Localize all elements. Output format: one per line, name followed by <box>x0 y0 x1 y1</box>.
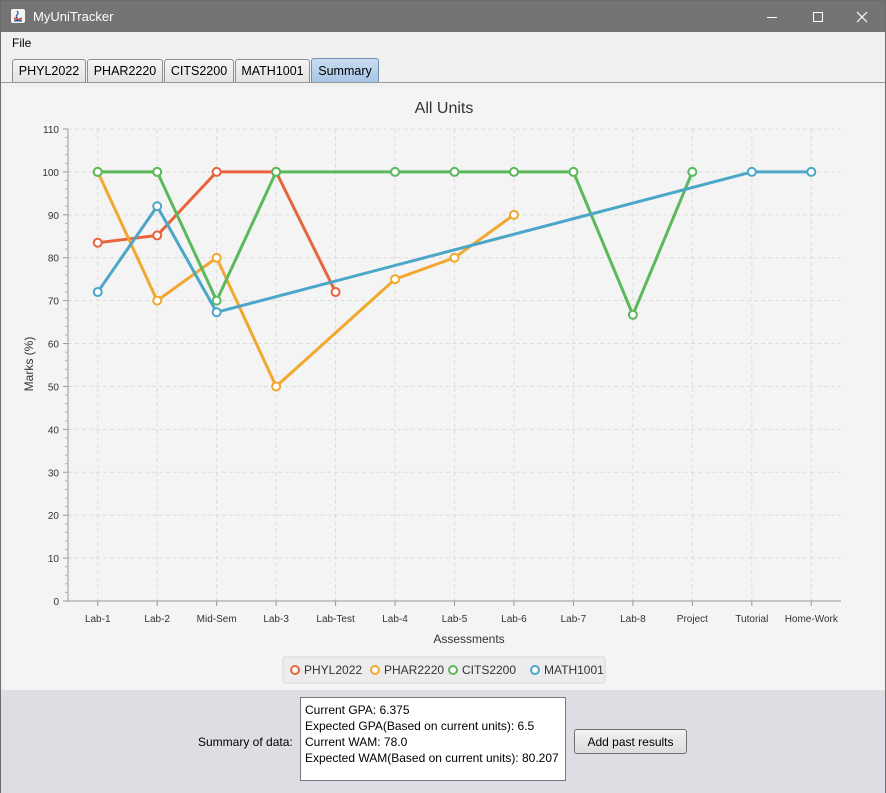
tab-summary[interactable]: Summary <box>311 58 379 82</box>
tab-math1001[interactable]: MATH1001 <box>235 59 310 82</box>
y-tick-label: 70 <box>48 297 60 308</box>
summary-line-expected-wam: Expected WAM(Based on current units): 80… <box>305 751 559 765</box>
legend-marker-cits2200 <box>448 665 458 675</box>
series-line-phyl2022 <box>97 170 337 293</box>
tab-phar2220[interactable]: PHAR2220 <box>87 59 163 82</box>
minimize-button[interactable] <box>749 1 795 32</box>
app-window: MyUniTracker File PHYL2022 PHAR2220 CITS… <box>0 0 886 793</box>
y-tick-label: 40 <box>48 425 60 436</box>
data-point-math1001 <box>211 307 222 318</box>
data-point-cits2200 <box>568 166 579 177</box>
y-tick-label: 20 <box>48 511 60 522</box>
data-point-math1001 <box>746 166 757 177</box>
line-chart: All Units 0 10 20 30 40 50 60 70 80 90 100 110 Lab-1… <box>22 100 841 684</box>
window-title: MyUniTracker <box>33 9 114 24</box>
data-point-cits2200 <box>271 166 282 177</box>
tab-phyl2022[interactable]: PHYL2022 <box>12 59 86 82</box>
close-button[interactable] <box>839 1 885 32</box>
x-tick-label: Lab-Test <box>316 614 355 625</box>
tab-bar: PHYL2022 PHAR2220 CITS2200 MATH1001 Summ… <box>1 54 885 83</box>
y-tick-label: 90 <box>48 211 60 222</box>
data-point-phar2220 <box>390 274 401 285</box>
x-tick-label: Lab-7 <box>561 614 587 625</box>
x-tick-label: Project <box>677 614 708 625</box>
x-tick-label: Home-Work <box>785 614 839 625</box>
x-tick-label: Lab-1 <box>85 614 111 625</box>
y-axis-label: Marks (%) <box>22 337 36 392</box>
data-point-cits2200 <box>390 166 401 177</box>
x-axis-label: Assessments <box>433 632 504 646</box>
data-point-cits2200 <box>687 166 698 177</box>
summary-line-gpa: Current GPA: 6.375 <box>305 703 410 717</box>
x-tick-label: Lab-2 <box>144 614 170 625</box>
x-tick-label: Mid-Sem <box>197 614 237 625</box>
summary-line-expected-gpa: Expected GPA(Based on current units): 6.… <box>305 719 535 733</box>
data-point-phyl2022 <box>152 230 163 241</box>
data-point-phar2220 <box>211 252 222 263</box>
chart-title: All Units <box>415 100 474 117</box>
legend: PHYL2022 PHAR2220 CITS2200 MATH1001 <box>282 656 606 684</box>
x-tick-label: Lab-4 <box>382 614 408 625</box>
add-past-results-button[interactable]: Add past results <box>574 729 687 754</box>
menu-file[interactable]: File <box>12 36 31 50</box>
legend-marker-phar2220 <box>370 665 380 675</box>
y-tick-label: 30 <box>48 468 60 479</box>
summary-line-wam: Current WAM: 78.0 <box>305 735 408 749</box>
chart-axes: 0 10 20 30 40 50 60 70 80 90 100 110 Lab-1 Lab-2 Mid-S… <box>42 125 841 625</box>
x-tick-label: Lab-8 <box>620 614 646 625</box>
legend-marker-phyl2022 <box>290 665 300 675</box>
y-tick-label: 60 <box>48 340 60 351</box>
data-point-cits2200 <box>152 166 163 177</box>
maximize-icon <box>813 11 823 22</box>
data-point-cits2200 <box>211 295 222 306</box>
legend-marker-math1001 <box>530 665 540 675</box>
y-tick-label: 0 <box>53 597 59 608</box>
maximize-button[interactable] <box>795 1 841 32</box>
legend-label-cits2200: CITS2200 <box>462 663 516 677</box>
legend-label-math1001: MATH1001 <box>544 663 604 677</box>
y-tick-label: 10 <box>48 554 60 565</box>
y-tick-label: 80 <box>48 254 60 265</box>
close-icon <box>856 11 868 22</box>
summary-label: Summary of data: <box>198 735 293 749</box>
y-tick-label: 110 <box>43 125 59 136</box>
data-point-cits2200 <box>508 166 519 177</box>
data-point-phar2220 <box>508 209 519 220</box>
data-point-math1001 <box>152 201 163 212</box>
data-point-phar2220 <box>449 252 460 263</box>
menu-bar: File <box>1 32 885 54</box>
data-point-cits2200 <box>449 166 460 177</box>
chart-panel: All Units 0 10 20 30 40 50 60 70 80 90 100 110 Lab-1… <box>5 87 884 690</box>
data-point-math1001 <box>92 287 103 298</box>
data-point-phyl2022 <box>92 237 103 248</box>
x-tick-label: Lab-6 <box>501 614 527 625</box>
data-point-phyl2022 <box>211 166 222 177</box>
tab-cits2200[interactable]: CITS2200 <box>164 59 234 82</box>
data-point-phar2220 <box>271 381 282 392</box>
data-point-cits2200 <box>92 166 103 177</box>
legend-label-phar2220: PHAR2220 <box>384 663 444 677</box>
minimize-icon <box>767 16 777 18</box>
data-point-phar2220 <box>152 295 163 306</box>
summary-textarea[interactable]: Current GPA: 6.375 Expected GPA(Based on… <box>300 697 566 781</box>
java-app-icon <box>11 9 25 23</box>
x-tick-label: Lab-5 <box>442 614 468 625</box>
x-tick-label: Tutorial <box>735 614 768 625</box>
data-point-phyl2022 <box>330 287 341 298</box>
y-tick-label: 50 <box>48 382 60 393</box>
data-point-math1001 <box>806 166 817 177</box>
x-tick-label: Lab-3 <box>263 614 289 625</box>
chart-grid <box>68 128 841 601</box>
title-bar[interactable]: MyUniTracker <box>1 1 885 32</box>
summary-panel: Summary of data: Current GPA: 6.375 Expe… <box>1 690 885 793</box>
legend-label-phyl2022: PHYL2022 <box>304 663 362 677</box>
y-tick-label: 100 <box>42 168 59 179</box>
data-point-cits2200 <box>627 309 638 320</box>
